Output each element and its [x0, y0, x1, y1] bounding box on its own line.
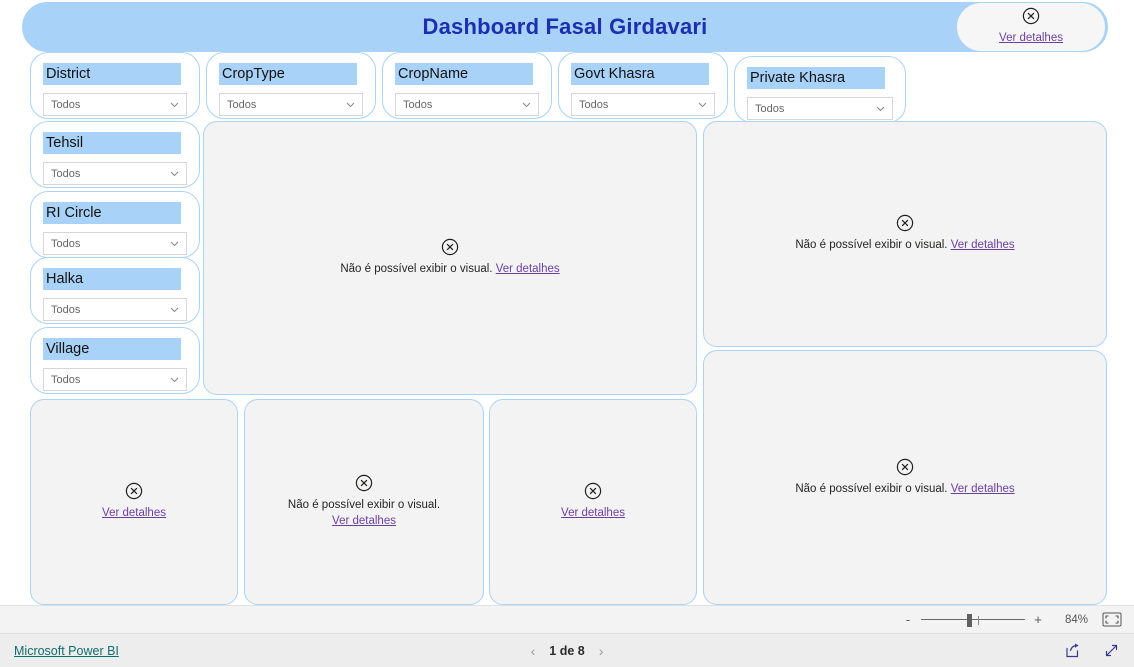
visual-error-message: Não é possível exibir o visual.	[795, 239, 948, 252]
error-circle-x-icon	[1022, 7, 1040, 25]
dashboard-header-banner: Dashboard Fasal Girdavari	[22, 2, 1108, 52]
slicer-dropdown-tehsil[interactable]: Todos	[43, 162, 187, 185]
slicer-dropdown-ri-circle[interactable]: Todos	[43, 232, 187, 255]
zoom-level-label: 84%	[1064, 613, 1088, 626]
slicer-village[interactable]: Village Todos	[30, 327, 200, 394]
slicer-dropdown-village[interactable]: Todos	[43, 368, 187, 391]
visual-error-link[interactable]: Ver detalhes	[102, 506, 166, 522]
page-navigation: ‹ 1 de 8 ›	[531, 644, 604, 658]
slicer-dropdown-district[interactable]: Todos	[43, 93, 187, 116]
visual-error-text: Não é possível exibir o visual. Ver deta…	[787, 482, 1022, 498]
chevron-down-icon	[169, 238, 180, 249]
zoom-in-button[interactable]: +	[1032, 613, 1044, 626]
visual-error-message: Não é possível exibir o visual.	[287, 499, 441, 512]
slicer-value: Todos	[579, 98, 609, 111]
slicer-govt-khasra[interactable]: Govt Khasra Todos	[558, 52, 728, 119]
slicer-halka[interactable]: Halka Todos	[30, 257, 200, 324]
chevron-down-icon	[521, 99, 532, 110]
slicer-value: Todos	[51, 303, 81, 316]
fullscreen-expand-icon[interactable]	[1103, 642, 1120, 659]
visual-error-text: Não é possível exibir o visual. Ver deta…	[274, 498, 454, 529]
slicer-cropname[interactable]: CropName Todos	[382, 52, 552, 119]
slicer-ri-circle[interactable]: RI Circle Todos	[30, 191, 200, 258]
slicer-label: Halka	[43, 268, 181, 290]
visual-center-large[interactable]: Não é possível exibir o visual. Ver deta…	[203, 121, 697, 395]
page-title: Dashboard Fasal Girdavari	[422, 14, 708, 39]
error-circle-x-icon	[441, 238, 459, 256]
slicer-value: Todos	[51, 373, 81, 386]
visual-bottom-1[interactable]: Ver detalhes	[30, 399, 238, 605]
slicer-dropdown-private-khasra[interactable]: Todos	[747, 97, 893, 120]
slicer-value: Todos	[403, 98, 433, 111]
chevron-down-icon	[169, 374, 180, 385]
slicer-value: Todos	[227, 98, 257, 111]
visual-right-bottom[interactable]: Não é possível exibir o visual. Ver deta…	[703, 350, 1107, 605]
error-circle-x-icon	[896, 458, 914, 476]
error-circle-x-icon	[584, 482, 602, 500]
slicer-private-khasra[interactable]: Private Khasra Todos	[734, 56, 906, 123]
slicer-dropdown-halka[interactable]: Todos	[43, 298, 187, 321]
visual-bottom-2[interactable]: Não é possível exibir o visual. Ver deta…	[244, 399, 484, 605]
slicer-label: CropType	[219, 63, 357, 85]
chevron-down-icon	[169, 99, 180, 110]
slicer-label: Private Khasra	[747, 67, 885, 89]
zoom-out-button[interactable]: -	[902, 613, 914, 626]
error-circle-x-icon	[125, 482, 143, 500]
fit-to-page-icon[interactable]	[1102, 612, 1122, 627]
slicer-value: Todos	[755, 102, 785, 115]
slicer-district[interactable]: District Todos	[30, 52, 200, 119]
slicer-value: Todos	[51, 167, 81, 180]
zoom-slider-tick	[978, 615, 979, 625]
slicer-label: Tehsil	[43, 132, 181, 154]
visual-error-link[interactable]: Ver detalhes	[999, 31, 1063, 47]
share-export-icon[interactable]	[1064, 642, 1081, 659]
slicer-dropdown-govt-khasra[interactable]: Todos	[571, 93, 715, 116]
slicer-dropdown-croptype[interactable]: Todos	[219, 93, 363, 116]
error-circle-x-icon	[896, 214, 914, 232]
slicer-dropdown-cropname[interactable]: Todos	[395, 93, 539, 116]
report-footer: Microsoft Power BI ‹ 1 de 8 ›	[0, 633, 1134, 667]
visual-error-link[interactable]: Ver detalhes	[496, 263, 560, 275]
error-circle-x-icon	[355, 474, 373, 492]
visual-error-text: Não é possível exibir o visual. Ver deta…	[787, 238, 1022, 254]
visual-right-top[interactable]: Não é possível exibir o visual. Ver deta…	[703, 121, 1107, 347]
footer-action-icons	[1064, 642, 1120, 659]
zoom-slider-thumb[interactable]	[967, 613, 972, 627]
report-canvas: Dashboard Fasal Girdavari Ver detalhes D…	[0, 0, 1134, 605]
power-bi-report-window: Dashboard Fasal Girdavari Ver detalhes D…	[0, 0, 1134, 667]
page-indicator: 1 de 8	[549, 643, 585, 658]
chevron-down-icon	[345, 99, 356, 110]
visual-error-link[interactable]: Ver detalhes	[332, 515, 396, 527]
zoom-slider-track	[921, 618, 1025, 620]
chevron-down-icon	[169, 304, 180, 315]
visual-error-message: Não é possível exibir o visual.	[340, 263, 493, 276]
slicer-tehsil[interactable]: Tehsil Todos	[30, 121, 200, 188]
slicer-label: Govt Khasra	[571, 63, 709, 85]
slicer-label: CropName	[395, 63, 533, 85]
slicer-value: Todos	[51, 98, 81, 111]
chevron-left-icon[interactable]: ‹	[531, 644, 536, 658]
chevron-right-icon[interactable]: ›	[599, 644, 604, 658]
visual-error-link[interactable]: Ver detalhes	[561, 506, 625, 522]
slicer-croptype[interactable]: CropType Todos	[206, 52, 376, 119]
visual-bottom-3[interactable]: Ver detalhes	[489, 399, 697, 605]
visual-header-corner[interactable]: Ver detalhes	[956, 2, 1106, 52]
visual-error-message: Não é possível exibir o visual.	[795, 482, 948, 495]
chevron-down-icon	[875, 103, 886, 114]
visual-error-link[interactable]: Ver detalhes	[951, 239, 1015, 251]
visual-error-link[interactable]: Ver detalhes	[951, 483, 1015, 495]
zoom-control-group: - +	[902, 613, 1044, 627]
zoom-slider[interactable]	[921, 613, 1025, 627]
status-bar: - + 84%	[0, 605, 1134, 633]
slicer-label: District	[43, 63, 181, 85]
slicer-label: RI Circle	[43, 202, 181, 224]
powerbi-brand-link[interactable]: Microsoft Power BI	[14, 644, 119, 658]
slicer-label: Village	[43, 338, 181, 360]
visual-error-text: Não é possível exibir o visual. Ver deta…	[332, 262, 567, 278]
chevron-down-icon	[169, 168, 180, 179]
chevron-down-icon	[697, 99, 708, 110]
slicer-value: Todos	[51, 237, 81, 250]
